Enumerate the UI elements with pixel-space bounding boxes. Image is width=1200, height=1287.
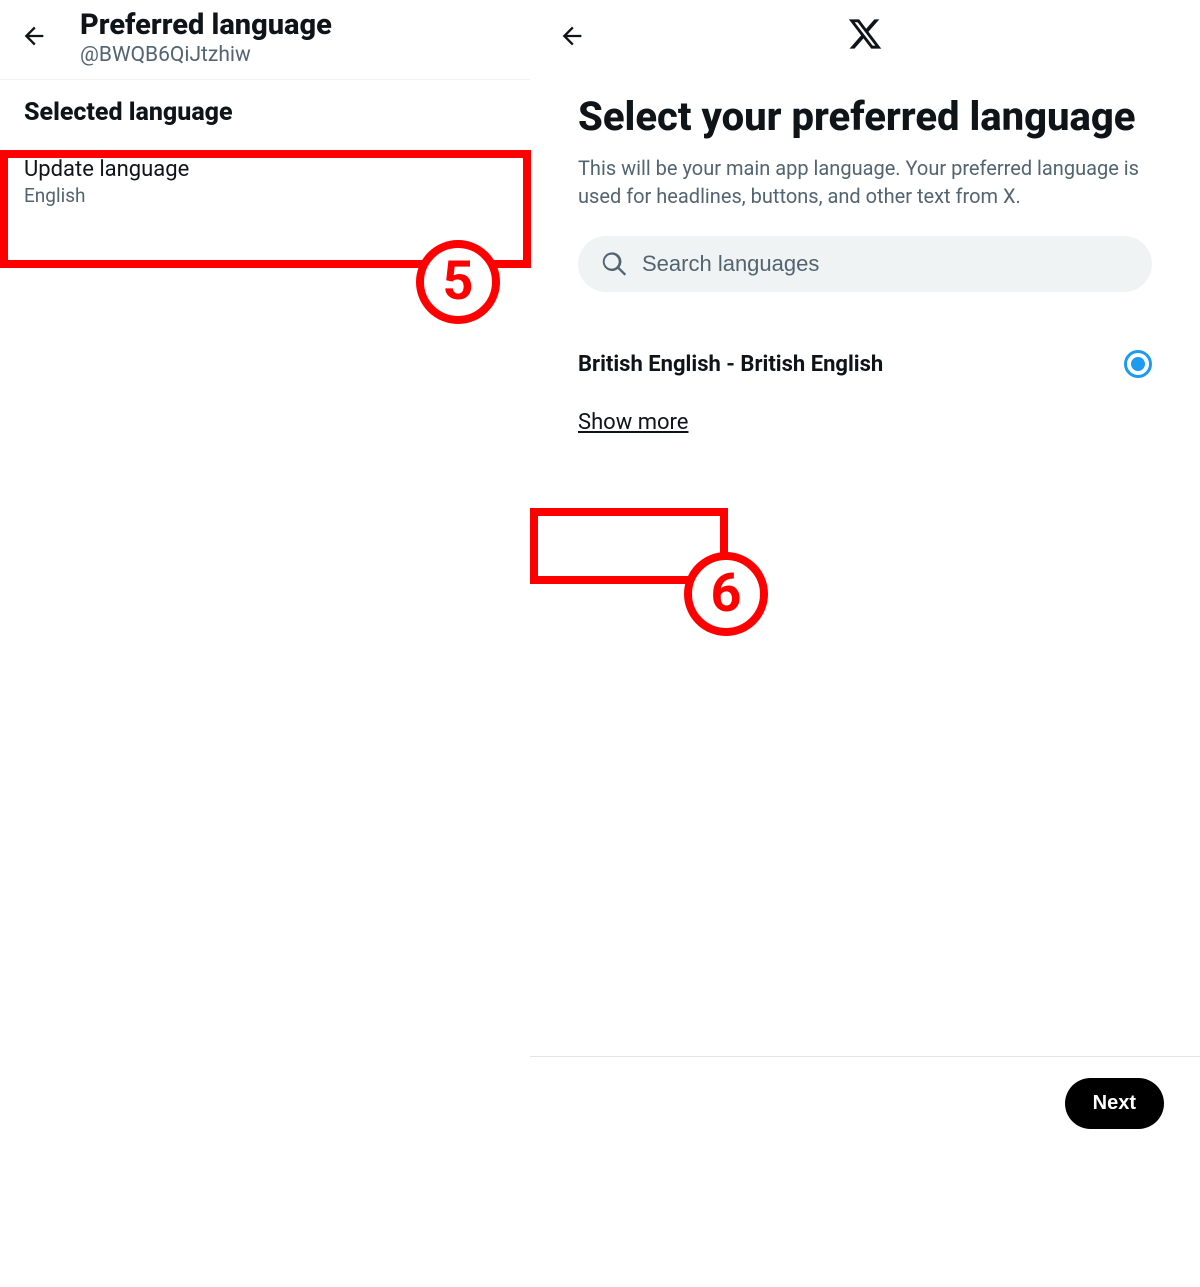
select-language-description: This will be your main app language. You… xyxy=(578,154,1152,210)
back-arrow-icon xyxy=(20,22,48,50)
x-logo xyxy=(847,16,883,56)
left-header: Preferred language @BWQB6QiJtzhiw xyxy=(0,0,530,80)
back-button-right[interactable] xyxy=(554,18,590,54)
search-languages-field[interactable] xyxy=(578,236,1152,292)
user-handle: @BWQB6QiJtzhiw xyxy=(80,43,332,67)
section-heading: Selected language xyxy=(0,80,530,137)
left-panel: Preferred language @BWQB6QiJtzhiw Select… xyxy=(0,0,530,1287)
radio-selected[interactable] xyxy=(1124,350,1152,378)
back-button-left[interactable] xyxy=(16,18,52,54)
right-header xyxy=(530,10,1200,74)
back-arrow-icon xyxy=(558,22,586,50)
right-panel: Select your preferred language This will… xyxy=(530,0,1200,1287)
page-title: Preferred language xyxy=(80,8,332,43)
radio-inner-dot xyxy=(1131,357,1145,371)
search-input[interactable] xyxy=(642,251,1130,277)
x-logo-icon xyxy=(847,16,883,52)
show-more-link[interactable]: Show more xyxy=(578,410,688,435)
select-language-title: Select your preferred language xyxy=(578,94,1152,140)
search-icon xyxy=(600,250,628,278)
language-option-british-english[interactable]: British English - British English xyxy=(578,332,1152,396)
footer-divider xyxy=(530,1056,1200,1057)
language-option-label: British English - British English xyxy=(578,352,883,377)
next-button[interactable]: Next xyxy=(1065,1078,1164,1129)
update-language-label: Update language xyxy=(24,157,506,182)
update-language-row[interactable]: Update language English xyxy=(0,137,530,227)
update-language-value: English xyxy=(24,184,506,207)
